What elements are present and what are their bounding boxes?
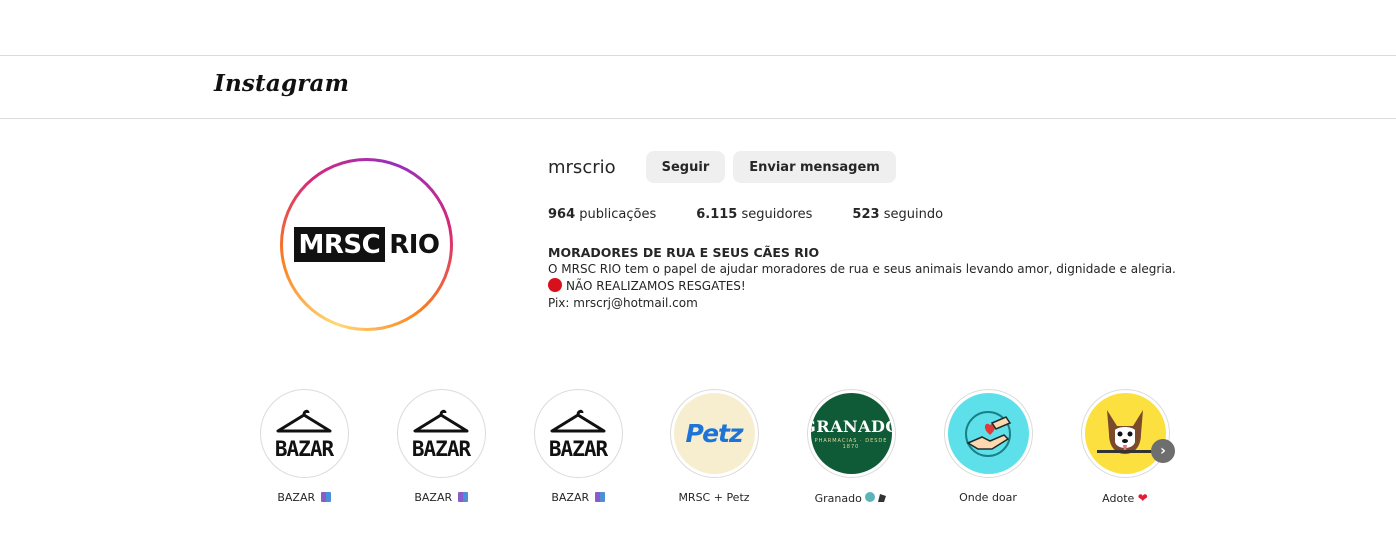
following-stat[interactable]: 523 seguindo <box>852 207 943 222</box>
shopping-bags-icon <box>457 492 468 502</box>
send-message-button[interactable]: Enviar mensagem <box>733 151 896 183</box>
highlight-onde-doar[interactable]: Onde doar <box>942 389 1034 504</box>
highlight-granado[interactable]: GRANADO PHARMACIAS · DESDE 1870 Granado <box>805 389 897 505</box>
highlight-mrsc-petz[interactable]: Petz MRSC + Petz <box>668 389 760 504</box>
granado-logo: GRANADO <box>811 417 892 436</box>
shopping-bags-icon <box>320 492 331 502</box>
bio-name: MORADORES DE RUA E SEUS CÃES RIO <box>548 245 820 260</box>
hanger-icon <box>413 409 469 432</box>
bio-line-2: NÃO REALIZAMOS RESGATES! <box>548 278 1188 295</box>
hanger-icon <box>550 409 606 432</box>
bio-line-1: O MRSC RIO tem o papel de ajudar morador… <box>548 262 1176 276</box>
profile-avatar[interactable]: MRSC RIO <box>280 158 453 331</box>
shopping-bags-icon <box>594 492 605 502</box>
red-circle-icon <box>548 278 562 292</box>
mrsc-rio-logo: MRSC RIO <box>293 227 440 262</box>
profile-username: mrscrio <box>548 156 616 178</box>
highlights-next-button[interactable]: › <box>1151 439 1175 463</box>
instagram-profile-page: Instagram MRSC RIO mrscrio Seguir Enviar… <box>0 0 1396 560</box>
follow-button[interactable]: Seguir <box>645 151 726 183</box>
profile-stats: 964 publicações 6.115 seguidores 523 seg… <box>548 207 1188 222</box>
heart-icon: ❤ <box>1137 491 1148 505</box>
instagram-logo[interactable]: Instagram <box>214 70 349 97</box>
heart-hand-icon <box>965 410 1012 457</box>
dog-icon <box>1097 409 1153 454</box>
posts-stat: 964 publicações <box>548 207 657 222</box>
highlight-bazar-3[interactable]: BAZAR BAZAR <box>532 389 624 504</box>
highlight-bazar-2[interactable]: BAZAR BAZAR <box>395 389 487 504</box>
bio-line-3: Pix: mrscrj@hotmail.com <box>548 296 698 310</box>
profile-info: mrscrio Seguir Enviar mensagem 964 publi… <box>548 151 1188 312</box>
soap-icon <box>865 492 887 502</box>
nav-bar: Instagram <box>0 56 1396 119</box>
highlight-bazar-1[interactable]: BAZAR BAZAR <box>258 389 350 504</box>
chevron-right-icon: › <box>1160 443 1166 459</box>
profile-bio: MORADORES DE RUA E SEUS CÃES RIO O MRSC … <box>548 244 1188 312</box>
petz-logo: Petz <box>685 419 743 448</box>
hanger-icon <box>276 409 332 432</box>
top-bar <box>0 0 1396 56</box>
followers-stat[interactable]: 6.115 seguidores <box>696 207 812 222</box>
